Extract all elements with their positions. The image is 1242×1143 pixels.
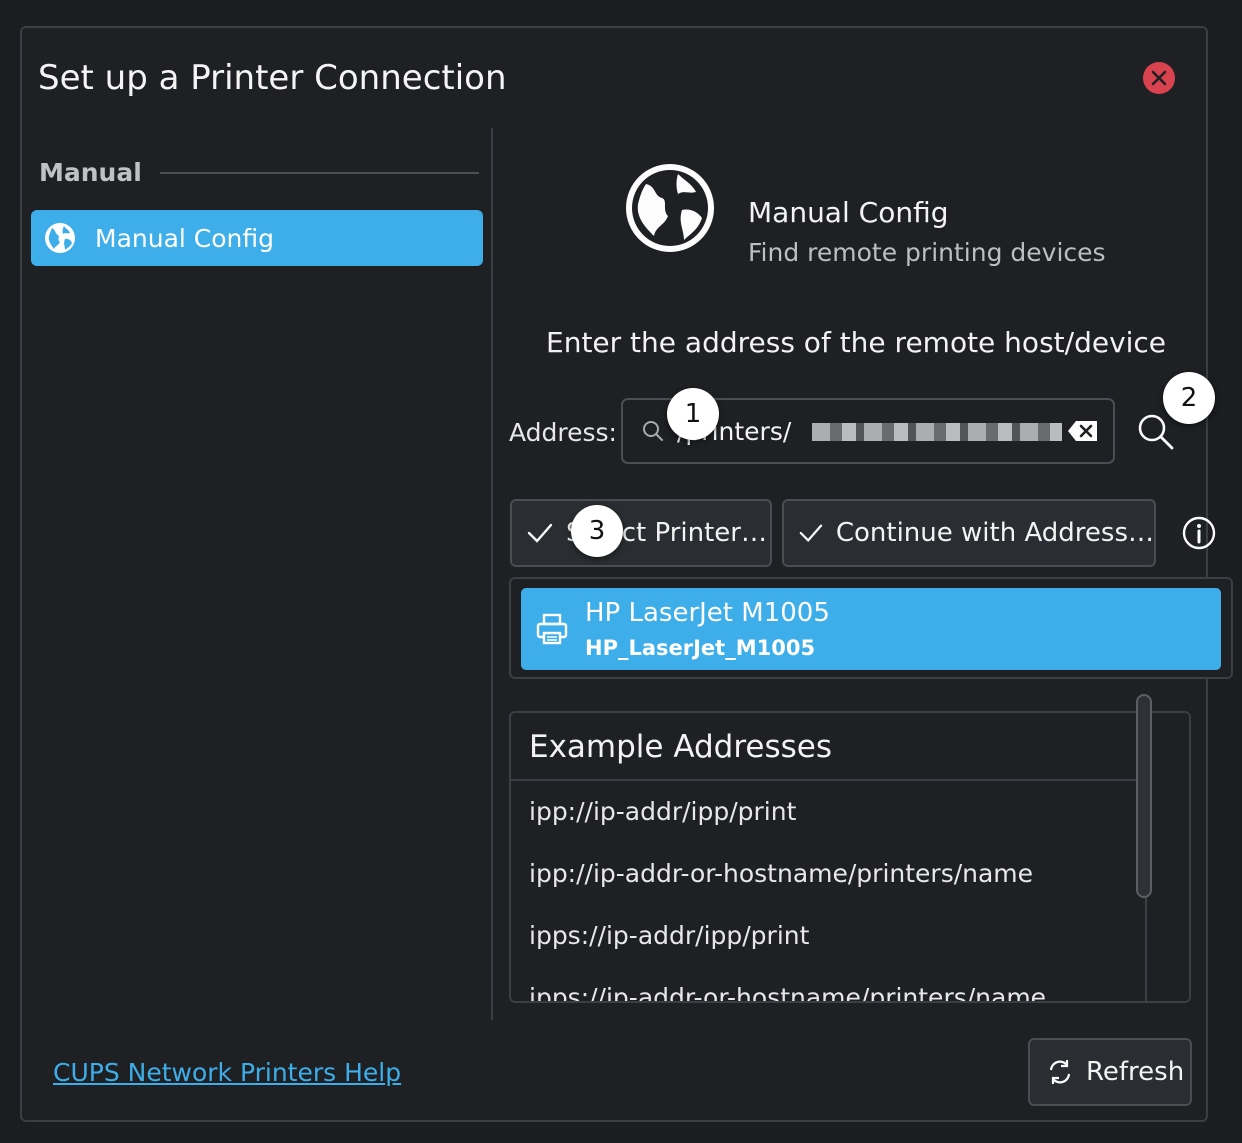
sidebar-section-label: Manual <box>39 158 142 187</box>
example-address-item[interactable]: ipp://ip-addr/ipp/print <box>529 797 796 826</box>
example-address-item[interactable]: ipps://ip-addr-or-hostname/printers/name <box>529 983 1046 1001</box>
header-title: Manual Config <box>748 196 949 229</box>
search-button[interactable] <box>1136 412 1176 452</box>
sidebar: Manual Manual Config <box>22 128 492 1028</box>
printer-id: HP_LaserJet_M1005 <box>585 636 816 660</box>
refresh-label: Refresh <box>1086 1057 1185 1087</box>
refresh-button[interactable]: Refresh <box>1028 1038 1192 1106</box>
examples-scrollbar[interactable] <box>1136 694 1152 898</box>
dialog-title: Set up a Printer Connection <box>38 58 507 98</box>
clear-text-icon[interactable] <box>1067 419 1099 443</box>
continue-with-address-label: Continue with Address… <box>835 518 1154 548</box>
header-globe-icon <box>622 160 718 260</box>
section-divider <box>159 171 479 174</box>
header-subtitle: Find remote printing devices <box>748 238 1106 267</box>
dialog-window: Set up a Printer Connection Manual Manua… <box>20 26 1233 1122</box>
example-addresses-header: Example Addresses <box>511 713 1145 781</box>
sidebar-item-label: Manual Config <box>95 223 275 253</box>
close-button[interactable] <box>1143 62 1175 94</box>
sidebar-item-manual-config[interactable]: Manual Config <box>31 210 483 266</box>
checkmark-icon <box>527 523 553 543</box>
checkmark-icon <box>799 524 823 543</box>
example-addresses-title: Example Addresses <box>529 729 833 765</box>
annotation-marker-2: 2 <box>1163 372 1215 424</box>
example-address-item[interactable]: ipp://ip-addr-or-hostname/printers/name <box>529 859 1033 888</box>
redacted-address <box>812 423 1062 441</box>
sidebar-divider <box>491 128 493 1020</box>
address-label: Address: <box>509 418 617 447</box>
globe-icon <box>45 223 75 253</box>
annotation-marker-1: 1 <box>667 388 719 440</box>
example-address-item[interactable]: ipps://ip-addr/ipp/print <box>529 921 809 950</box>
search-icon <box>1138 414 1174 450</box>
annotation-marker-3: 3 <box>571 505 623 557</box>
printer-name: HP LaserJet M1005 <box>585 598 830 628</box>
printer-icon <box>536 613 568 645</box>
printer-list: HP LaserJet M1005 HP_LaserJet_M1005 <box>509 577 1233 679</box>
continue-with-address-button[interactable]: Continue with Address… <box>782 499 1156 567</box>
cups-help-link[interactable]: CUPS Network Printers Help <box>53 1058 401 1087</box>
example-addresses-panel: Example Addresses ipp://ip-addr/ipp/prin… <box>509 711 1191 1003</box>
info-icon[interactable] <box>1182 516 1216 550</box>
sidebar-section-header: Manual <box>39 158 479 187</box>
address-prompt: Enter the address of the remote host/dev… <box>546 326 1167 359</box>
close-icon <box>1151 70 1167 86</box>
select-printer-button[interactable]: Select Printer… <box>510 499 772 567</box>
search-icon <box>643 421 663 441</box>
refresh-icon <box>1049 1060 1071 1084</box>
printer-list-item[interactable]: HP LaserJet M1005 HP_LaserJet_M1005 <box>521 588 1221 670</box>
